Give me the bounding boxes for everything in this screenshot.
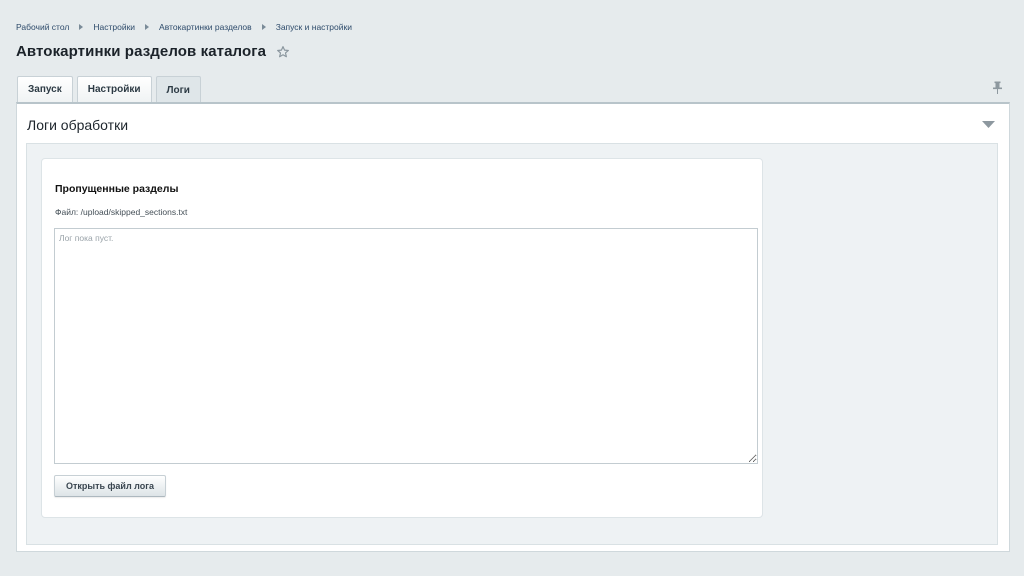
tab-settings[interactable]: Настройки xyxy=(76,76,152,102)
pin-icon[interactable] xyxy=(992,81,1003,94)
skipped-sections-card: Пропущенные разделы Файл: /upload/skippe… xyxy=(41,158,763,518)
breadcrumb-link-settings[interactable]: Настройки xyxy=(93,22,135,32)
title-row: Автокартинки разделов каталога xyxy=(16,43,290,60)
log-textarea[interactable] xyxy=(54,228,758,464)
tab-launch[interactable]: Запуск xyxy=(17,76,73,102)
open-log-file-button[interactable]: Открыть файл лога xyxy=(54,475,167,497)
breadcrumb-arrow-icon xyxy=(145,24,150,30)
breadcrumb-link-autoimages[interactable]: Автокартинки разделов xyxy=(159,22,252,32)
page-title: Автокартинки разделов каталога xyxy=(16,43,267,60)
tab-logs[interactable]: Логи xyxy=(155,76,201,103)
tab-bar: Запуск Настройки Логи xyxy=(17,76,201,103)
section-body: Пропущенные разделы Файл: /upload/skippe… xyxy=(26,143,998,545)
collapse-arrow-icon[interactable] xyxy=(982,121,995,129)
breadcrumb: Рабочий стол Настройки Автокартинки разд… xyxy=(16,22,352,32)
breadcrumb-link-desktop[interactable]: Рабочий стол xyxy=(16,22,69,32)
breadcrumb-link-launch-settings[interactable]: Запуск и настройки xyxy=(276,22,352,32)
breadcrumb-arrow-icon xyxy=(79,24,84,30)
logs-panel: Логи обработки Пропущенные разделы Файл:… xyxy=(16,102,1010,552)
breadcrumb-arrow-icon xyxy=(261,24,266,30)
card-title: Пропущенные разделы xyxy=(55,183,179,195)
section-title: Логи обработки xyxy=(27,117,129,133)
file-path: Файл: /upload/skipped_sections.txt xyxy=(55,207,188,217)
star-icon[interactable] xyxy=(276,45,290,59)
